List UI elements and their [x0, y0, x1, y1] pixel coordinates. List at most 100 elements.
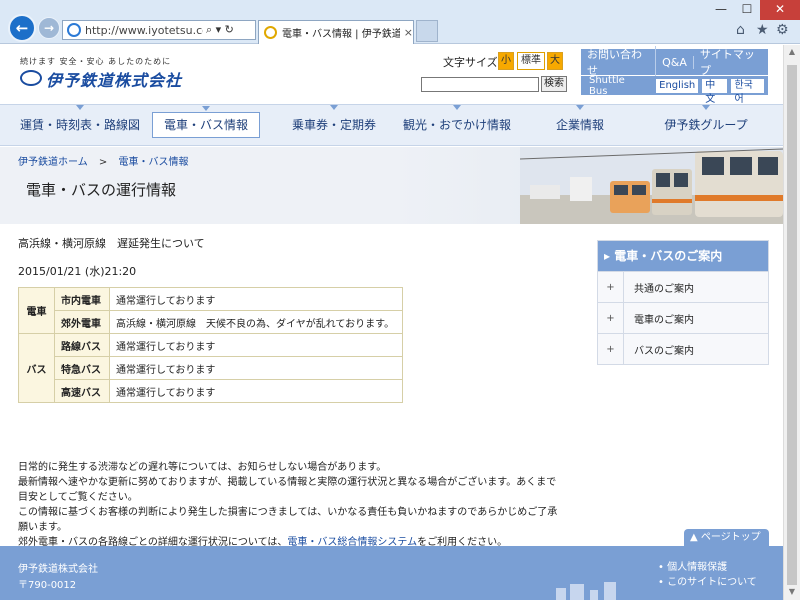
page-top-button[interactable]: ▲ ページトップ	[684, 529, 769, 546]
font-size-label: 文字サイズ	[443, 56, 498, 69]
scroll-down-icon[interactable]: ▼	[784, 587, 800, 596]
qa-link[interactable]: Q&A	[656, 55, 694, 69]
sidebar-item-label: 電車のご案内	[634, 314, 694, 326]
search-button[interactable]: 検索	[541, 76, 567, 92]
tab-title: 電車・バス情報 | 伊予鉄道	[281, 29, 400, 40]
table-row: 特急バス 通常運行しております	[19, 356, 403, 380]
site-footer: 伊予鉄道株式会社 〒790-0012 個人情報保護 このサイトについて	[0, 546, 783, 600]
expand-plus-icon: +	[598, 302, 624, 334]
footer-illustration	[556, 582, 616, 600]
tab-favicon-icon	[264, 26, 277, 39]
utility-links: お問い合わせ Q&A サイトマップ	[581, 46, 768, 78]
info-text: 日常的に発生する渋滞などの遅れ等については、お知らせしない場合があります。 最新…	[18, 460, 558, 550]
table-row: 高速バス 通常運行しております	[19, 379, 403, 403]
sidebar-item-bus[interactable]: + バスのご案内	[598, 333, 768, 365]
line-name: 郊外電車	[54, 310, 110, 334]
scrollbar-thumb[interactable]	[787, 65, 797, 585]
info-paragraph: 日常的に発生する渋滞などの遅れ等については、お知らせしない場合があります。	[18, 462, 387, 473]
page-title: 電車・バスの運行情報	[26, 181, 177, 199]
address-bar[interactable]: http://www.iyotetsu.co.jp/kis ⌕ ▾ ↻	[62, 20, 256, 40]
nav-iyotetsu-group[interactable]: 伊予鉄グループ	[656, 105, 756, 145]
line-name: 特急バス	[54, 356, 110, 380]
new-tab-button[interactable]	[416, 20, 438, 42]
maximize-icon[interactable]: ☐	[734, 0, 760, 20]
notice-date: 2015/01/21 (水)21:20	[18, 265, 137, 278]
table-row: 郊外電車 高浜線・横河原線 天候不良の為、ダイヤが乱れております。	[19, 310, 403, 334]
lang-english[interactable]: English	[656, 78, 699, 93]
logo-mark-icon[interactable]	[20, 70, 42, 86]
line-status: 通常運行しております	[109, 356, 403, 380]
contact-link[interactable]: お問い合わせ	[581, 46, 657, 78]
settings-gear-icon[interactable]: ⚙	[776, 22, 789, 38]
lang-korean[interactable]: 한국어	[731, 78, 764, 105]
line-name: 高速バス	[54, 379, 110, 403]
tab-close-icon[interactable]: ×	[404, 26, 413, 39]
nav-tickets-passes[interactable]: 乗車券・定期券	[282, 105, 386, 145]
footer-company: 伊予鉄道株式会社	[18, 564, 98, 575]
home-icon[interactable]: ⌂	[736, 22, 745, 38]
footer-links: 個人情報保護 このサイトについて	[658, 560, 757, 590]
favorites-star-icon[interactable]: ★	[756, 22, 769, 38]
line-name: 市内電車	[54, 287, 110, 311]
back-button[interactable]: ←	[8, 14, 36, 42]
nav-fares-timetables[interactable]: 運賃・時刻表・路線図	[18, 105, 142, 145]
sidebar-item-common[interactable]: + 共通のご案内	[598, 271, 768, 303]
nav-sightseeing[interactable]: 観光・おでかけ情報	[400, 105, 514, 145]
font-size-large-button[interactable]: 大	[547, 52, 563, 70]
category-train: 電車	[18, 287, 55, 334]
site-header: 続けます 安全・安心 あしたのために 伊予鉄道株式会社 文字サイズ 小 標準 大…	[0, 45, 783, 105]
table-row: バス 路線バス 通常運行しております	[18, 333, 403, 403]
breadcrumb-home[interactable]: 伊予鉄道ホーム	[18, 157, 88, 168]
line-status: 高浜線・横河原線 天候不良の為、ダイヤが乱れております。	[109, 310, 403, 334]
info-paragraph: この情報に基づくお客様の判断により発生した損害につきましては、いかなる責任も負い…	[18, 507, 558, 533]
breadcrumb-separator: >	[98, 157, 108, 168]
footer-about-link[interactable]: このサイトについて	[658, 575, 757, 590]
search-input[interactable]	[421, 77, 539, 92]
main-content: 高浜線・横河原線 遅延発生について 2015/01/21 (水)21:20 電車…	[18, 235, 588, 548]
global-nav: 運賃・時刻表・路線図 電車・バス情報 乗車券・定期券 観光・おでかけ情報 企業情…	[0, 104, 783, 146]
sitemap-link[interactable]: サイトマップ	[694, 46, 768, 78]
footer-zip: 〒790-0012	[18, 580, 77, 591]
line-status: 通常運行しております	[109, 287, 403, 311]
language-bar: Shuttle Bus English 中文 한국어	[581, 75, 768, 105]
notice-title: 高浜線・横河原線 遅延発生について	[18, 237, 205, 250]
breadcrumb-current[interactable]: 電車・バス情報	[118, 157, 188, 168]
shuttle-bus-link[interactable]: Shuttle Bus	[589, 75, 644, 97]
sidebar-heading: ▸ 電車・バスのご案内	[598, 241, 768, 271]
scroll-up-icon[interactable]: ▲	[784, 47, 800, 56]
line-name: 路線バス	[54, 333, 110, 357]
font-size-standard-button[interactable]: 標準	[517, 52, 545, 70]
font-size-small-button[interactable]: 小	[498, 52, 514, 70]
sidebar: ▸ 電車・バスのご案内 + 共通のご案内 + 電車のご案内 + バスのご案内	[597, 240, 769, 365]
line-status: 通常運行しております	[109, 333, 403, 357]
minimize-icon[interactable]: —	[708, 0, 734, 20]
browser-chrome: ← → http://www.iyotetsu.co.jp/kis ⌕ ▾ ↻ …	[0, 0, 800, 44]
browser-tab[interactable]: 電車・バス情報 | 伊予鉄道 ×	[258, 20, 414, 44]
address-tools-icon[interactable]: ⌕ ▾ ↻	[206, 23, 234, 37]
nav-train-bus-info[interactable]: 電車・バス情報	[152, 106, 260, 138]
sidebar-heading-label: 電車・バスのご案内	[614, 249, 723, 263]
lang-chinese[interactable]: 中文	[702, 78, 728, 105]
site-logo[interactable]: 伊予鉄道株式会社	[46, 67, 182, 91]
vertical-scrollbar[interactable]: ▲ ▼	[783, 45, 800, 600]
expand-plus-icon: +	[598, 333, 624, 365]
category-bus: バス	[18, 333, 55, 403]
ie-icon	[67, 23, 81, 37]
web-page: 続けます 安全・安心 あしたのために 伊予鉄道株式会社 文字サイズ 小 標準 大…	[0, 45, 783, 600]
nav-corporate[interactable]: 企業情報	[540, 105, 620, 145]
forward-button[interactable]: →	[38, 17, 60, 39]
status-table: 電車 市内電車 通常運行しております 郊外電車 高浜線・横河原線 天候不良の為、…	[18, 287, 403, 403]
table-row: 電車 市内電車 通常運行しております	[18, 287, 403, 334]
page-top-label: ページトップ	[700, 532, 761, 543]
info-paragraph: 最新情報へ速やかな更新に努めておりますが、掲載している情報と実際の運行状況と異な…	[18, 477, 557, 503]
footer-privacy-link[interactable]: 個人情報保護	[658, 560, 757, 575]
tagline: 続けます 安全・安心 あしたのために	[20, 57, 172, 66]
sidebar-item-label: 共通のご案内	[634, 283, 694, 295]
close-window-icon[interactable]: ✕	[760, 0, 800, 20]
sidebar-item-train[interactable]: + 電車のご案内	[598, 302, 768, 334]
train-photo	[520, 147, 783, 224]
address-url[interactable]: http://www.iyotetsu.co.jp/kis	[85, 24, 203, 37]
page-hero: 伊予鉄道ホーム > 電車・バス情報 電車・バスの運行情報	[0, 147, 783, 224]
expand-plus-icon: +	[598, 271, 624, 303]
breadcrumb: 伊予鉄道ホーム > 電車・バス情報	[18, 153, 188, 168]
